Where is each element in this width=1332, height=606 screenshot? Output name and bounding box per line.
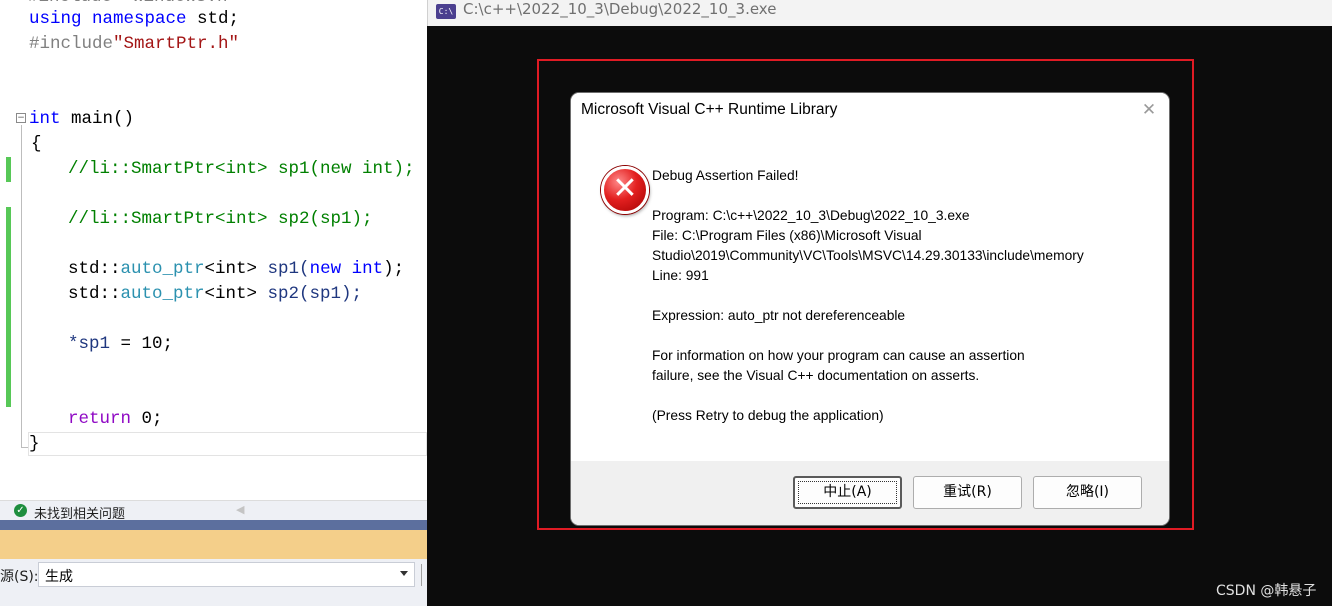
template-arg: <int> xyxy=(204,284,258,304)
code-line-close-brace: } xyxy=(29,434,40,454)
assertion-heading: Debug Assertion Failed! xyxy=(652,168,799,183)
code-line-auto-ptr-sp1: std::auto_ptr<int> sp1(new int); xyxy=(68,257,404,282)
current-line-highlight xyxy=(28,432,427,456)
expression-text: Expression: auto_ptr not dereferenceable xyxy=(652,308,906,323)
press-retry-text: (Press Retry to debug the application) xyxy=(652,408,884,423)
line-number: Line: 991 xyxy=(652,268,709,283)
type-auto-ptr: auto_ptr xyxy=(120,284,205,304)
dialog-message: Debug Assertion Failed! Program: C:\c++\… xyxy=(652,166,1152,426)
code-text: ); xyxy=(383,259,405,279)
std-namespace: std:: xyxy=(68,284,121,304)
keyword-namespace: namespace xyxy=(92,9,187,29)
console-title-bar[interactable]: C:\ C:\c++\2022_10_3\Debug\2022_10_3.exe xyxy=(427,0,1332,26)
fold-guide-line xyxy=(21,125,22,447)
code-text: std; xyxy=(186,9,240,29)
output-toolbar: 源(S): 生成 xyxy=(0,559,427,592)
code-line-comment-sp1: //li::SmartPtr<int> sp1(new int); xyxy=(68,159,415,179)
file-path-line1: File: C:\Program Files (x86)\Microsoft V… xyxy=(652,228,922,243)
keyword-int: int xyxy=(341,259,384,279)
output-source-label: 源(S): xyxy=(0,569,39,585)
output-panel-title-bar[interactable] xyxy=(0,530,427,559)
code-line-using: using namespace std; xyxy=(29,7,239,32)
keyword-using: using xyxy=(29,9,82,29)
code-text: = 10; xyxy=(110,334,174,354)
info-text-line1: For information on how your program can … xyxy=(652,348,1025,363)
toolbar-divider xyxy=(421,564,422,586)
std-namespace: std:: xyxy=(68,259,121,279)
keyword-return: return xyxy=(68,409,132,429)
dialog-title: Microsoft Visual C++ Runtime Library xyxy=(581,101,838,118)
code-line-main: int main() xyxy=(29,107,134,132)
deref-sp1: *sp1 xyxy=(68,334,111,354)
focus-rectangle xyxy=(798,481,897,504)
keyword-int: int xyxy=(29,109,61,129)
output-source-value: 生成 xyxy=(45,569,73,585)
output-bottom-strip xyxy=(0,592,427,606)
panel-separator xyxy=(0,520,427,530)
editor-status-bar: ✓ 未找到相关问题 ◀ xyxy=(0,500,427,522)
close-icon[interactable]: ✕ xyxy=(1141,102,1157,119)
file-path-line2: Studio\2019\Community\VC\Tools\MSVC\14.2… xyxy=(652,248,1084,263)
change-marker xyxy=(6,157,11,182)
info-text-line2: failure, see the Visual C++ documentatio… xyxy=(652,368,980,383)
keyword-new: new xyxy=(309,259,342,279)
var-sp2-decl: sp2(sp1); xyxy=(257,284,363,304)
console-app-icon: C:\ xyxy=(436,4,456,19)
console-window[interactable]: C:\ C:\c++\2022_10_3\Debug\2022_10_3.exe… xyxy=(427,0,1332,606)
type-auto-ptr: auto_ptr xyxy=(120,259,205,279)
scroll-left-icon[interactable]: ◀ xyxy=(236,503,244,516)
preprocessor-include: #include xyxy=(29,34,114,54)
error-icon: ✕ xyxy=(601,166,649,214)
code-line-comment-sp2: //li::SmartPtr<int> sp2(sp1); xyxy=(68,209,373,229)
code-text: 0; xyxy=(131,409,163,429)
console-window-title: C:\c++\2022_10_3\Debug\2022_10_3.exe xyxy=(463,0,777,18)
main-signature: main() xyxy=(60,109,135,129)
var-sp1-decl: sp1( xyxy=(257,259,310,279)
assertion-dialog[interactable]: Microsoft Visual C++ Runtime Library ✕ ✕… xyxy=(571,93,1169,525)
code-line-include-smartptr: #include"SmartPtr.h" xyxy=(29,32,239,57)
ignore-button[interactable]: 忽略(I) xyxy=(1033,476,1142,509)
code-line-open-brace: { xyxy=(31,134,42,154)
dialog-title-bar[interactable]: Microsoft Visual C++ Runtime Library ✕ xyxy=(571,93,1169,131)
include-filename: "SmartPtr.h" xyxy=(113,34,240,54)
collapse-main-icon[interactable]: − xyxy=(16,113,26,123)
change-marker xyxy=(6,207,11,407)
template-arg: <int> xyxy=(204,259,258,279)
chevron-down-icon xyxy=(400,571,408,576)
abort-button[interactable]: 中止(A) xyxy=(793,476,902,509)
retry-button[interactable]: 重试(R) xyxy=(913,476,1022,509)
check-circle-icon: ✓ xyxy=(14,504,27,517)
dialog-button-bar: 中止(A) 重试(R) 忽略(I) xyxy=(571,461,1169,525)
watermark-text: CSDN @韩悬子 xyxy=(1216,583,1317,599)
code-editor[interactable]: #include <windows.h> using namespace std… xyxy=(0,0,427,500)
output-source-select[interactable]: 生成 xyxy=(38,562,415,587)
code-line-deref-assign: *sp1 = 10; xyxy=(68,332,173,357)
code-line-auto-ptr-sp2: std::auto_ptr<int> sp2(sp1); xyxy=(68,282,362,307)
program-path: Program: C:\c++\2022_10_3\Debug\2022_10_… xyxy=(652,208,970,223)
code-line-return: return 0; xyxy=(68,407,163,432)
